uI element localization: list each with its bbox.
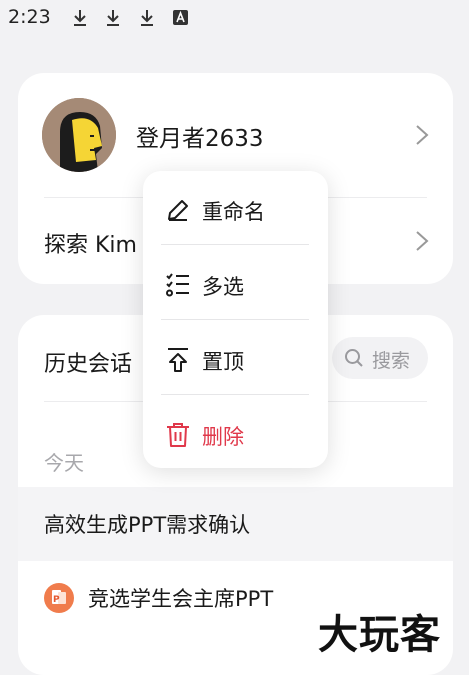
- chevron-right-icon: [416, 125, 429, 145]
- checklist-icon: [166, 273, 189, 297]
- conversation-title: 高效生成PPT需求确认: [44, 513, 251, 537]
- watermark: 大玩客: [318, 612, 441, 658]
- conversation-item-active[interactable]: 高效生成PPT需求确认: [18, 487, 453, 561]
- search-icon: [345, 349, 363, 367]
- menu-delete[interactable]: 删除: [143, 398, 328, 472]
- menu-multiselect-label: 多选: [202, 275, 244, 299]
- pin-top-icon: [168, 348, 188, 372]
- ppt-icon: P: [44, 583, 74, 613]
- context-menu: 重命名 多选 置顶 删除: [143, 171, 328, 468]
- status-time: 2:23: [8, 6, 51, 28]
- section-today: 今天: [44, 451, 84, 475]
- status-bar: 2:23: [0, 0, 469, 38]
- trash-icon: [167, 423, 189, 447]
- svg-text:P: P: [53, 595, 60, 605]
- pencil-icon: [168, 200, 188, 221]
- download-icon: [141, 10, 153, 26]
- menu-rename[interactable]: 重命名: [143, 173, 328, 247]
- keyboard-a-icon: [173, 10, 188, 25]
- download-icon: [74, 10, 86, 26]
- chevron-right-icon: [416, 231, 429, 251]
- menu-rename-label: 重命名: [202, 200, 265, 224]
- avatar-illustration: [42, 98, 116, 172]
- menu-divider: [161, 394, 309, 395]
- avatar[interactable]: [42, 98, 116, 172]
- explore-kim-label: 探索 Kim: [44, 233, 137, 258]
- search-button[interactable]: 搜索: [332, 337, 428, 379]
- menu-pin-top[interactable]: 置顶: [143, 323, 328, 397]
- history-title: 历史会话: [44, 352, 133, 377]
- download-icon: [107, 10, 119, 26]
- search-placeholder: 搜索: [372, 350, 411, 372]
- menu-delete-label: 删除: [202, 425, 244, 449]
- conversation-title: 竞选学生会主席PPT: [88, 587, 274, 611]
- menu-pin-top-label: 置顶: [202, 350, 244, 374]
- menu-multiselect[interactable]: 多选: [143, 248, 328, 322]
- username: 登月者2633: [136, 126, 264, 152]
- menu-divider: [161, 319, 309, 320]
- menu-divider: [161, 244, 309, 245]
